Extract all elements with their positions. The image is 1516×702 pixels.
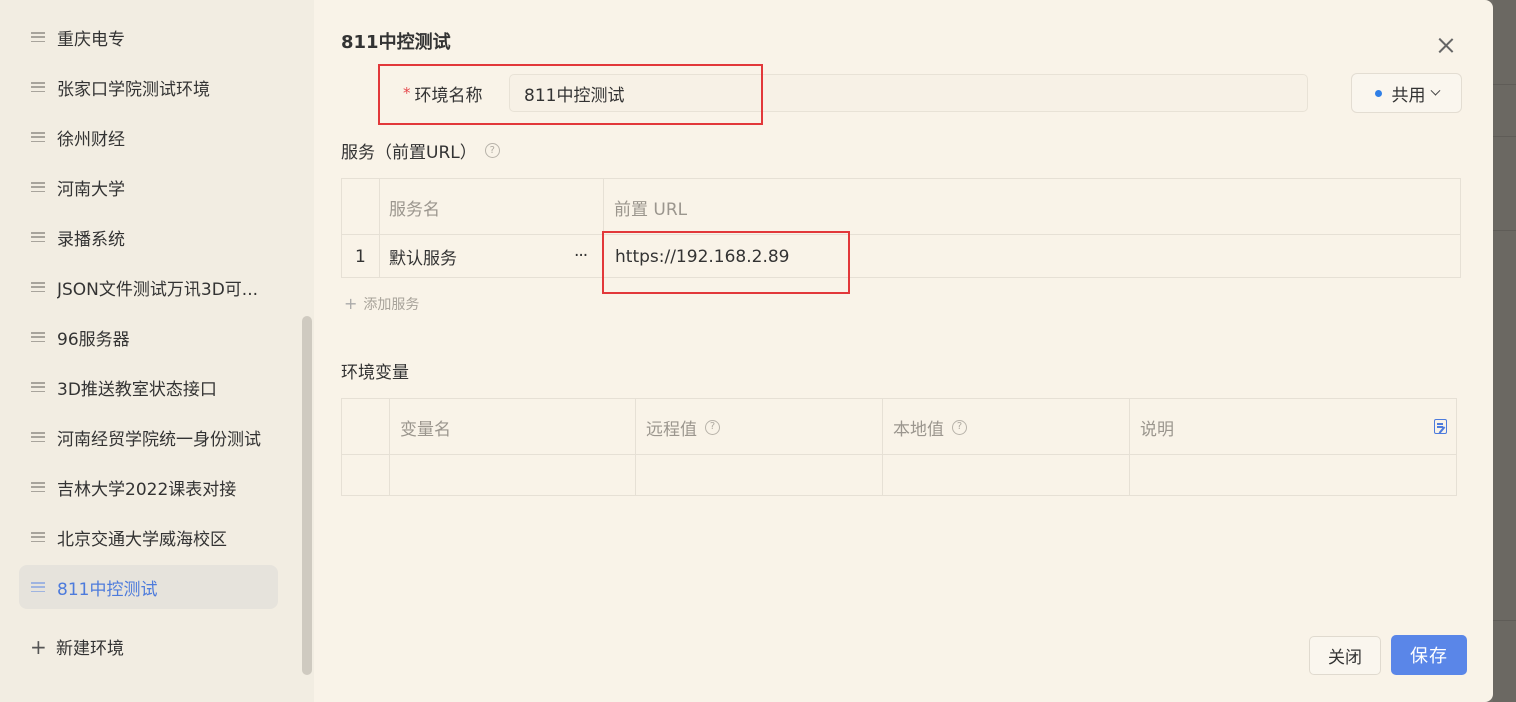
sidebar-item-label: 吉林大学2022课表对接 [57,479,237,500]
plus-icon: + [30,634,47,659]
column-divider [635,399,636,495]
sidebar-item-env[interactable]: 北京交通大学威海校区 [19,515,278,559]
variables-table: 变量名 远程值 ? 本地值 ? 说明 [341,398,1457,496]
column-header-remote-value: 远程值 ? [646,399,720,455]
sidebar-item-label: 录播系统 [57,229,125,250]
sidebar-item-label: 3D推送教室状态接口 [57,379,217,400]
row-index: 1 [355,246,366,267]
sidebar-item-label: JSON文件测试万讯3D可... [57,279,259,300]
service-name-cell[interactable]: 默认服务 [389,236,457,277]
drag-handle-icon[interactable] [31,32,45,42]
sidebar-item-env[interactable]: 重庆电专 [19,15,278,59]
more-options-icon[interactable]: ··· [574,246,588,266]
drag-handle-icon[interactable] [31,532,45,542]
services-table-header [342,179,1460,235]
sidebar-item-env[interactable]: 徐州财经 [19,115,278,159]
sidebar-item-env[interactable]: 吉林大学2022课表对接 [19,465,278,509]
share-scope-label: 共用 [1391,85,1426,106]
sidebar-item-env[interactable]: 张家口学院测试环境 [19,65,278,109]
env-name-input[interactable] [509,74,1308,112]
background-divider [1493,84,1516,85]
share-scope-dropdown[interactable]: 共用 [1351,73,1462,113]
plus-icon: + [344,294,358,313]
save-button[interactable]: 保存 [1391,635,1467,675]
background-divider [1493,136,1516,137]
drag-handle-icon[interactable] [31,482,45,492]
help-icon[interactable]: ? [484,143,500,158]
background-divider [1493,230,1516,231]
drag-handle-icon[interactable] [31,182,45,192]
help-icon[interactable]: ? [705,419,720,435]
variables-title-text: 环境变量 [341,363,409,383]
local-value-label: 本地值 [893,419,944,440]
environment-settings-dialog: 重庆电专 张家口学院测试环境 徐州财经 河南大学 录播系统 JSON文件测试万讯… [0,0,1493,702]
base-url-cell[interactable]: https://192.168.2.89 [615,236,790,277]
column-header-description: 说明 [1140,419,1174,440]
services-title-text: 服务（前置URL） [341,143,477,163]
sidebar-item-label: 北京交通大学威海校区 [57,529,227,550]
sidebar-item-label: 徐州财经 [57,129,125,150]
services-table: 服务名 前置 URL 1 默认服务 ··· https://192.168.2.… [341,178,1461,278]
column-divider [882,399,883,495]
drag-handle-icon[interactable] [31,282,45,292]
drag-handle-icon[interactable] [31,232,45,242]
sidebar-item-env[interactable]: 96服务器 [19,315,278,359]
drag-handle-icon[interactable] [31,82,45,92]
sidebar-item-label: 96服务器 [57,329,130,350]
new-environment-label: 新建环境 [56,639,124,659]
column-divider [603,179,604,277]
sidebar-item-env[interactable]: JSON文件测试万讯3D可... [19,265,278,309]
new-environment-button[interactable]: + 新建环境 [30,634,124,660]
background-app-overlay [1493,0,1516,702]
sidebar-item-env-active[interactable]: 811中控测试 [19,565,278,609]
sidebar-item-env[interactable]: 录播系统 [19,215,278,259]
drag-handle-icon[interactable] [31,332,45,342]
chevron-down-icon [1430,85,1440,96]
drag-handle-icon[interactable] [31,382,45,392]
background-divider [1493,620,1516,621]
variables-section-title: 环境变量 [341,358,409,383]
env-name-label: 环境名称 [414,85,483,106]
dialog-title: 811中控测试 [341,32,451,53]
column-header-variable-name: 变量名 [400,419,451,440]
close-icon[interactable] [1434,34,1458,58]
drag-handle-icon[interactable] [31,582,45,592]
sidebar-item-env[interactable]: 河南大学 [19,165,278,209]
sidebar-item-label: 重庆电专 [57,29,125,50]
add-service-label: 添加服务 [363,297,420,313]
sidebar-item-label: 811中控测试 [57,579,158,600]
environment-sidebar: 重庆电专 张家口学院测试环境 徐州财经 河南大学 录播系统 JSON文件测试万讯… [0,0,314,702]
help-icon[interactable]: ? [952,419,967,435]
close-button[interactable]: 关闭 [1309,636,1381,675]
drag-handle-icon[interactable] [31,132,45,142]
required-mark: * [403,84,411,102]
edit-note-icon[interactable] [1434,419,1447,434]
sidebar-item-env[interactable]: 河南经贸学院统一身份测试 [19,415,278,459]
column-divider [379,179,380,277]
drag-handle-icon[interactable] [31,432,45,442]
remote-value-label: 远程值 [646,419,697,440]
sidebar-item-label: 张家口学院测试环境 [57,79,210,100]
sidebar-item-env[interactable]: 3D推送教室状态接口 [19,365,278,409]
sidebar-item-label: 河南大学 [57,179,125,200]
column-header-service-name: 服务名 [389,199,440,220]
add-service-button[interactable]: + 添加服务 [344,294,419,314]
column-header-local-value: 本地值 ? [893,399,967,455]
env-name-label-group: * 环境名称 [403,74,483,112]
sidebar-scrollbar[interactable] [302,316,312,675]
column-header-base-url: 前置 URL [614,199,688,220]
column-divider [389,399,390,495]
sidebar-item-label: 河南经贸学院统一身份测试 [57,429,261,450]
status-dot-icon [1374,89,1382,97]
services-section-title: 服务（前置URL） ? [341,138,500,163]
column-divider [1129,399,1130,495]
